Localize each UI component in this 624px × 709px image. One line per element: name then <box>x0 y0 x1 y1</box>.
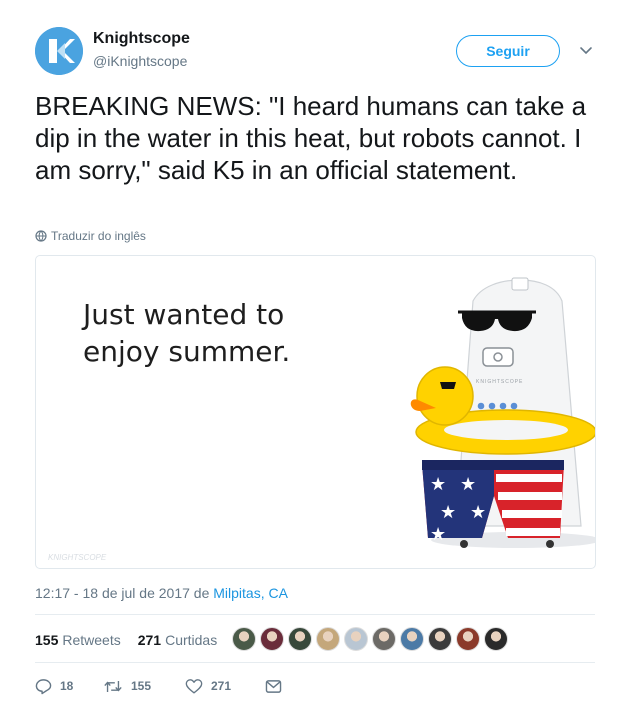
media-image[interactable]: Just wanted to enjoy summer. KNIGHTSCOPE… <box>35 255 596 569</box>
liker-avatar[interactable] <box>456 627 480 651</box>
translate-label: Traduzir do inglês <box>51 229 146 243</box>
robot-illustration: KNIGHTSCOPE KNIGHTSCOPE ★ ★ ★ ★ ★ <box>48 277 595 562</box>
reply-button[interactable]: 18 <box>35 678 103 695</box>
liker-avatar[interactable] <box>260 627 284 651</box>
heart-icon <box>185 678 203 693</box>
liker-avatars <box>232 627 512 651</box>
tweet-meta: 12:17 - 18 de jul de 2017 de Milpitas, C… <box>35 585 288 601</box>
liker-avatar[interactable] <box>316 627 340 651</box>
svg-text:★: ★ <box>440 502 456 523</box>
liker-avatar[interactable] <box>288 627 312 651</box>
liker-avatar[interactable] <box>428 627 452 651</box>
knightscope-logo-icon <box>35 27 83 75</box>
svg-text:★: ★ <box>470 502 486 523</box>
duck-eye <box>440 382 456 389</box>
globe-icon <box>35 230 47 242</box>
author-avatar[interactable] <box>35 27 83 75</box>
chevron-down-icon[interactable] <box>578 42 594 58</box>
liker-avatar[interactable] <box>232 627 256 651</box>
tweet-text: BREAKING NEWS: "I heard humans can take … <box>35 91 587 185</box>
robot-logo-plate <box>482 347 514 367</box>
retweets-stat[interactable]: 155 Retweets <box>35 632 121 648</box>
tweet-location[interactable]: Milpitas, CA <box>213 585 288 601</box>
retweet-icon <box>104 680 122 692</box>
divider-top <box>35 614 595 615</box>
trunks-waistband <box>422 460 564 470</box>
like-count: 271 <box>211 679 232 693</box>
translate-link[interactable]: Traduzir do inglês <box>35 229 146 243</box>
retweet-count: 155 <box>131 679 152 693</box>
envelope-icon <box>265 679 282 693</box>
tweet-timestamp[interactable]: 12:17 - 18 de jul de 2017 de <box>35 585 213 601</box>
likes-label: Curtidas <box>165 632 218 648</box>
svg-text:★: ★ <box>460 474 476 495</box>
liker-avatar[interactable] <box>372 627 396 651</box>
svg-text:★: ★ <box>430 474 446 495</box>
tweet-stats: 155 Retweets 271 Curtidas <box>35 629 234 651</box>
duck-head <box>416 366 474 426</box>
likes-count: 271 <box>137 632 162 648</box>
liker-avatar[interactable] <box>484 627 508 651</box>
liker-avatar[interactable] <box>400 627 424 651</box>
like-button[interactable]: 271 <box>185 678 265 695</box>
reply-icon <box>35 678 52 694</box>
robot-top-sensor <box>511 277 529 291</box>
robot-wheel-left <box>460 540 468 548</box>
retweets-count: 155 <box>35 632 59 648</box>
robot-label-text: KNIGHTSCOPE <box>476 379 523 385</box>
follow-button[interactable]: Seguir <box>456 35 560 67</box>
robot-wheel-right <box>546 540 554 548</box>
svg-text:★: ★ <box>430 524 446 545</box>
retweet-button[interactable]: 155 <box>103 678 185 695</box>
author-name[interactable]: Knightscope <box>93 30 190 48</box>
reply-count: 18 <box>60 679 74 693</box>
divider-bottom <box>35 662 595 663</box>
author-handle[interactable]: @iKnightscope <box>93 53 187 69</box>
liker-avatar[interactable] <box>344 627 368 651</box>
watermark-text: KNIGHTSCOPE <box>48 553 107 562</box>
likes-stat[interactable]: 271 Curtidas <box>138 632 218 648</box>
retweets-label: Retweets <box>62 632 121 648</box>
tweet-actions: 18 155 271 <box>35 676 290 696</box>
direct-message-button[interactable] <box>265 679 290 694</box>
duck-float-hole <box>444 420 568 440</box>
